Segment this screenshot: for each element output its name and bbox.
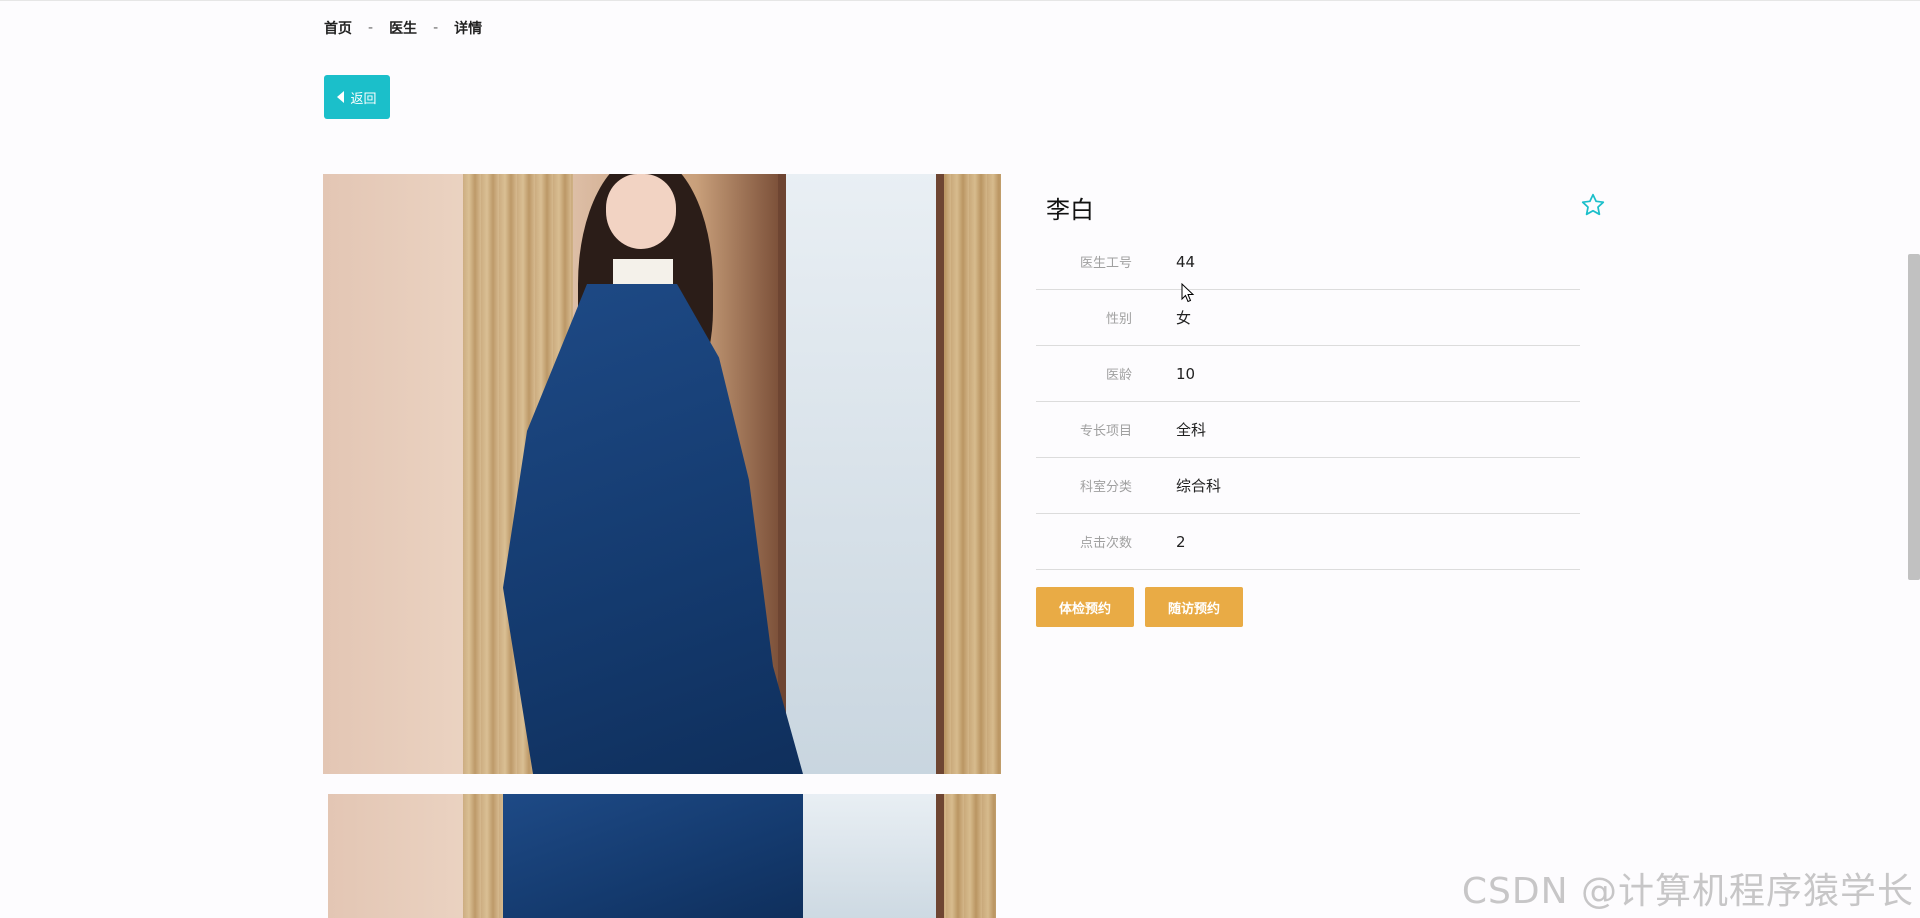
triangle-left-icon: [337, 91, 345, 103]
detail-row-experience: 医龄 10: [1036, 346, 1580, 402]
detail-row-clicks: 点击次数 2: [1036, 514, 1580, 570]
breadcrumb-item-detail: 详情: [454, 21, 483, 37]
breadcrumb: 首页 - 医生 - 详情: [324, 18, 482, 38]
breadcrumb-item-home[interactable]: 首页: [324, 18, 352, 38]
detail-row-gender: 性别 女: [1036, 290, 1580, 346]
detail-label: 专长项目: [1079, 424, 1132, 439]
watermark: CSDN @计算机程序猿学长: [1461, 871, 1914, 912]
detail-label: 科室分类: [1079, 480, 1132, 495]
detail-label: 点击次数: [1079, 536, 1132, 551]
scrollbar[interactable]: [1908, 254, 1920, 580]
detail-row-id: 医生工号 44: [1036, 234, 1580, 290]
doctor-name: 李白: [1046, 196, 1094, 224]
back-button[interactable]: 返回: [324, 75, 390, 119]
doctor-photo-secondary: [328, 794, 996, 918]
page: 首页 - 医生 - 详情 返回 李白 医生工号 44 性别 女 医龄 10 专长…: [0, 0, 1920, 918]
top-divider: [0, 0, 1920, 1]
doctor-photo: [323, 174, 1001, 774]
breadcrumb-item-doctor[interactable]: 医生: [389, 18, 417, 38]
breadcrumb-separator: -: [368, 20, 374, 36]
detail-list: 医生工号 44 性别 女 医龄 10 专长项目 全科 科室分类 综合科 点击次数…: [1036, 234, 1580, 570]
star-outline-icon[interactable]: [1580, 192, 1606, 218]
detail-value: 综合科: [1176, 477, 1222, 495]
detail-label: 医生工号: [1079, 256, 1132, 271]
detail-row-specialty: 专长项目 全科: [1036, 402, 1580, 458]
detail-label: 性别: [1105, 312, 1132, 327]
detail-value: 全科: [1176, 421, 1207, 439]
detail-value: 女: [1176, 309, 1192, 327]
breadcrumb-separator: -: [433, 20, 439, 36]
detail-value: 44: [1176, 252, 1196, 271]
detail-label: 医龄: [1105, 368, 1132, 383]
mouse-cursor-icon: [1181, 283, 1195, 303]
detail-value: 10: [1176, 364, 1196, 383]
followup-booking-button[interactable]: 随访预约: [1145, 587, 1243, 627]
action-buttons: 体检预约 随访预约: [1036, 587, 1243, 627]
back-button-label: 返回: [350, 91, 377, 107]
detail-value: 2: [1176, 532, 1186, 551]
exam-booking-button[interactable]: 体检预约: [1036, 587, 1134, 627]
detail-row-department: 科室分类 综合科: [1036, 458, 1580, 514]
